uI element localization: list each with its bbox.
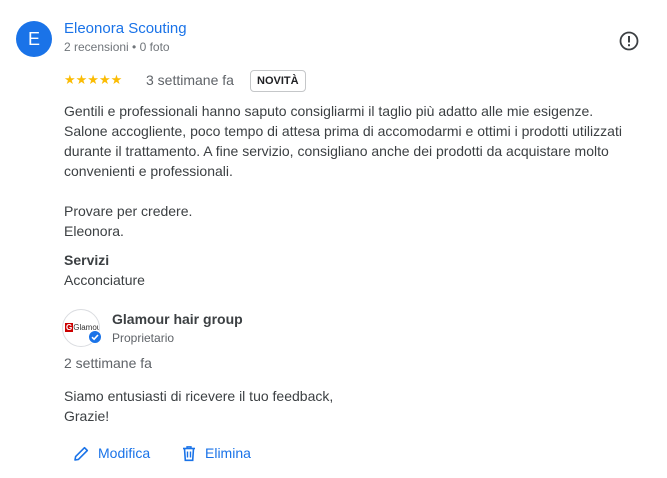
review-line: Salone accogliente, poco tempo di attesa… [64, 123, 622, 139]
trash-icon [183, 445, 195, 461]
author-avatar[interactable]: E [16, 21, 52, 57]
review-line: Eleonora. [64, 223, 124, 239]
review-text: Gentili e professionali hanno saputo con… [64, 101, 664, 241]
services-heading: Servizi [64, 252, 110, 268]
owner-role: Proprietario [112, 331, 175, 345]
review-date: 3 settimane fa [146, 72, 234, 88]
edit-label: Modifica [98, 445, 151, 461]
review-line [64, 181, 664, 201]
author-name[interactable]: Eleonora Scouting [64, 20, 187, 37]
star-rating: ★★★★★ [64, 72, 123, 87]
review-line: durante il trattamento. A fine servizio,… [64, 143, 609, 159]
review-line: Gentili e professionali hanno saputo con… [64, 103, 594, 119]
owner-name: Glamour hair group [112, 311, 243, 327]
report-icon[interactable] [618, 30, 640, 52]
delete-reply-button[interactable]: Elimina [181, 444, 251, 462]
verified-badge-icon [88, 330, 102, 344]
services-value: Acconciature [64, 272, 145, 288]
reply-line: Siamo entusiasti di ricevere il tuo feed… [64, 388, 334, 404]
author-meta: 2 recensioni • 0 foto [64, 40, 170, 54]
delete-label: Elimina [205, 445, 251, 461]
review-line: Provare per credere. [64, 203, 193, 219]
reply-text: Siamo entusiasti di ricevere il tuo feed… [64, 386, 333, 426]
review-line: convenienti e professionali. [64, 163, 233, 179]
new-badge: NOVITÀ [250, 70, 306, 92]
pencil-icon [74, 446, 89, 461]
edit-reply-button[interactable]: Modifica [73, 444, 150, 462]
reply-line: Grazie! [64, 408, 110, 424]
reply-date: 2 settimane fa [64, 355, 152, 371]
